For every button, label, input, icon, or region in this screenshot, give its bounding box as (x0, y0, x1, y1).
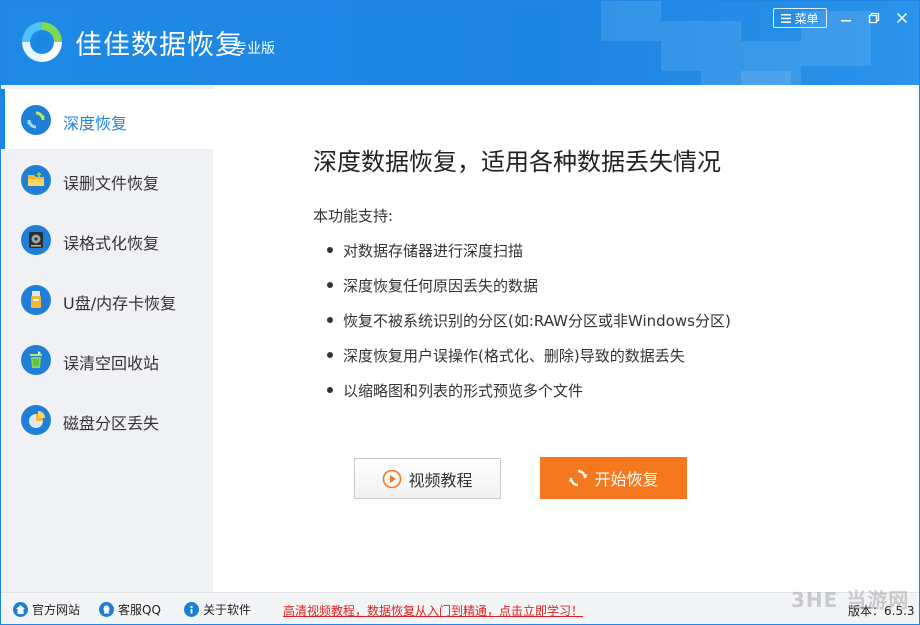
feature-item: 以缩略图和列表的形式预览多个文件 (327, 380, 583, 401)
feature-item: 恢复不被系统识别的分区(如:RAW分区或非Windows分区) (327, 310, 731, 331)
page-title: 深度数据恢复，适用各种数据丢失情况 (313, 148, 721, 176)
refresh-icon (568, 469, 588, 487)
title-bar: 佳佳数据恢复 专业版 菜单 (1, 1, 919, 85)
header-decoration (601, 1, 661, 41)
feature-text: 恢复不被系统识别的分区(如:RAW分区或非Windows分区) (343, 312, 731, 330)
minimize-icon (841, 20, 851, 22)
partition-pie-icon (21, 405, 51, 435)
sidebar-item-usb-recovery[interactable]: U盘/内存卡恢复 (1, 269, 213, 329)
about-software-label: 关于软件 (203, 603, 252, 617)
app-window: 佳佳数据恢复 专业版 菜单 深度恢复 误删文件恢复 误格式化恢复 U盘/内存卡恢… (0, 0, 920, 625)
deep-recovery-icon (21, 105, 51, 135)
sidebar-item-format-recovery[interactable]: 误格式化恢复 (1, 209, 213, 269)
close-icon (896, 12, 908, 24)
sidebar-item-label: 深度恢复 (63, 114, 128, 133)
sidebar-item-deleted-files[interactable]: 误删文件恢复 (1, 149, 213, 209)
sidebar: 深度恢复 误删文件恢复 误格式化恢复 U盘/内存卡恢复 误清空回收站 磁盘分区丢… (1, 85, 213, 592)
video-tutorial-label: 视频教程 (408, 470, 473, 490)
support-label: 本功能支持: (313, 207, 394, 225)
sidebar-item-label: 误清空回收站 (63, 354, 160, 373)
watermark: 3HE 当游网 (791, 588, 910, 612)
feature-item: 深度恢复用户误操作(格式化、删除)导致的数据丢失 (327, 345, 685, 366)
disk-icon (21, 225, 51, 255)
promo-link[interactable]: 高清视频教程，数据恢复从入门到精通，点击立即学习！ (283, 602, 583, 619)
sidebar-item-deep-recovery[interactable]: 深度恢复 (1, 89, 213, 149)
status-bar: 官方网站 客服QQ 关于软件 高清视频教程，数据恢复从入门到精通，点击立即学习！… (1, 592, 919, 624)
menu-button[interactable]: 菜单 (773, 8, 827, 28)
sidebar-item-recycle-bin[interactable]: 误清空回收站 (1, 329, 213, 389)
sidebar-item-label: U盘/内存卡恢复 (63, 294, 177, 313)
bullet-icon (327, 386, 333, 393)
sidebar-item-partition-lost[interactable]: 磁盘分区丢失 (1, 389, 213, 449)
close-button[interactable] (891, 7, 913, 29)
menu-label: 菜单 (794, 11, 819, 26)
feature-text: 深度恢复用户误操作(格式化、删除)导致的数据丢失 (343, 347, 685, 365)
official-website-link[interactable]: 官方网站 (13, 601, 80, 618)
restore-button[interactable] (863, 7, 885, 29)
folder-icon (21, 165, 51, 195)
app-logo-icon (22, 22, 62, 62)
feature-item: 深度恢复任何原因丢失的数据 (327, 275, 538, 296)
support-qq-link[interactable]: 客服QQ (99, 601, 161, 618)
header-decoration (661, 21, 741, 71)
edition-label: 专业版 (233, 41, 275, 57)
start-recovery-button[interactable]: 开始恢复 (540, 457, 687, 499)
official-website-label: 官方网站 (32, 603, 81, 617)
bullet-icon (327, 246, 333, 253)
sidebar-item-label: 误删文件恢复 (63, 174, 160, 193)
info-icon (184, 602, 199, 617)
usb-drive-icon (21, 285, 51, 315)
bullet-icon (327, 351, 333, 358)
bullet-icon (327, 281, 333, 288)
header-decoration (701, 71, 791, 85)
main-panel: 深度数据恢复，适用各种数据丢失情况 本功能支持: 对数据存储器进行深度扫描 深度… (213, 85, 919, 592)
restore-icon (868, 12, 880, 24)
qq-icon (99, 602, 114, 617)
feature-text: 以缩略图和列表的形式预览多个文件 (343, 382, 584, 400)
bullet-icon (327, 316, 333, 323)
feature-text: 对数据存储器进行深度扫描 (343, 242, 524, 260)
feature-item: 对数据存储器进行深度扫描 (327, 240, 523, 261)
sidebar-item-label: 误格式化恢复 (63, 234, 160, 253)
minimize-button[interactable] (835, 7, 857, 29)
sidebar-item-label: 磁盘分区丢失 (63, 414, 160, 433)
support-qq-label: 客服QQ (118, 603, 161, 617)
play-icon (383, 469, 402, 488)
start-recovery-label: 开始恢复 (594, 470, 659, 489)
menu-icon (781, 13, 792, 23)
app-name: 佳佳数据恢复 (75, 30, 243, 61)
home-icon (13, 602, 28, 617)
about-software-link[interactable]: 关于软件 (184, 601, 251, 618)
recycle-bin-icon (21, 345, 51, 375)
video-tutorial-button[interactable]: 视频教程 (354, 458, 501, 499)
feature-text: 深度恢复任何原因丢失的数据 (343, 277, 539, 295)
